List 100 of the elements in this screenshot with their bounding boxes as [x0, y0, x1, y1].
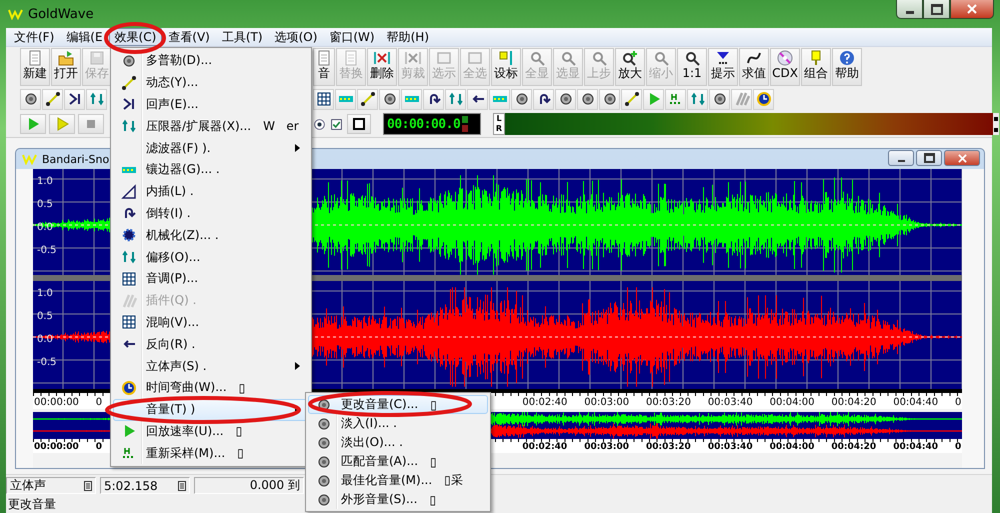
menu-item[interactable]: 帮助(H)	[380, 28, 435, 46]
toolbar-button[interactable]: 提示	[708, 48, 738, 86]
menu-item[interactable]: 编辑(E	[60, 28, 109, 46]
menu-item[interactable]: 最佳化音量(M)... ▯采	[308, 471, 488, 490]
menu-item[interactable]: 偏移(O)...	[113, 246, 309, 268]
page-icon	[27, 50, 43, 66]
page-icon	[316, 50, 332, 66]
menu-item[interactable]: 音调(P)...	[113, 268, 309, 290]
frame-icon	[436, 50, 452, 66]
toolbar-button[interactable]: 音	[313, 48, 335, 86]
menu-item[interactable]: 回放速率(U)... ▯	[113, 420, 309, 442]
menu-item[interactable]: 内插(L) .	[113, 180, 309, 203]
menu-item[interactable]: 淡入(I)... .	[308, 414, 488, 433]
effect-button[interactable]	[511, 88, 532, 110]
checkbox-icon[interactable]	[330, 118, 343, 130]
diagonal-line-icon	[121, 74, 137, 91]
close-icon	[958, 154, 966, 162]
channel-label: R	[494, 124, 504, 134]
knob-icon	[121, 52, 137, 69]
toolbar-button[interactable]: 新建	[20, 48, 50, 86]
knob-icon	[316, 492, 332, 508]
minimize-button[interactable]	[888, 150, 914, 166]
menu-item[interactable]: 混响(V)...	[113, 312, 309, 334]
menu-item[interactable]: 匹配音量(A)... ▯	[308, 452, 488, 471]
toolbar-button[interactable]: 帮助	[832, 48, 862, 86]
time-label: 00:03:20	[645, 397, 692, 409]
echo-icon	[121, 96, 137, 112]
close-button[interactable]	[944, 150, 980, 166]
effect-button[interactable]	[357, 88, 378, 110]
toolbar-button[interactable]: 放大	[615, 48, 645, 86]
menu-item[interactable]: 滤波器(F) ).	[113, 137, 309, 159]
menu-item[interactable]: 镶边器(G)... .	[113, 158, 309, 181]
toolbar-button[interactable]: 1:1	[677, 48, 707, 86]
stripes-icon	[121, 292, 137, 309]
effect-button[interactable]	[709, 88, 730, 110]
menu-item[interactable]: 工具(T)	[216, 28, 269, 46]
toolbar-button[interactable]: 打开	[51, 48, 81, 86]
effect-button[interactable]	[467, 88, 488, 110]
menu-item[interactable]: 动态(Y)...	[113, 72, 309, 94]
knob-icon	[602, 91, 618, 107]
close-button[interactable]	[950, 0, 994, 19]
menu-item[interactable]: 淡出(O)... .	[308, 433, 488, 452]
effect-button[interactable]	[423, 88, 444, 110]
menu-item[interactable]: 机械化(Z)... .	[113, 224, 309, 246]
toolbar-button[interactable]: 删除	[367, 48, 397, 86]
axis-label: 0.5	[37, 311, 53, 322]
menu-item[interactable]: 重新采样(M)... ▯	[113, 442, 309, 464]
channel-label: L	[495, 114, 503, 124]
effect-button[interactable]	[555, 88, 576, 110]
toolbar-button[interactable]: 设标	[491, 48, 521, 86]
menu-item[interactable]: 反向(R) .	[113, 333, 309, 356]
disc-icon	[777, 50, 793, 66]
menu-item[interactable]: 查看(V)	[162, 28, 216, 46]
gear-icon	[121, 227, 137, 244]
list-icon	[178, 480, 186, 490]
menu-item[interactable]: 多普勒(D)...	[113, 50, 309, 72]
triangle-icon	[715, 50, 731, 66]
effect-button[interactable]	[20, 88, 41, 110]
menu-item[interactable]: 回声(E)...	[113, 94, 309, 116]
arrows-icon	[88, 91, 104, 107]
menu-item[interactable]: 外形音量(S)... ▯	[308, 490, 488, 509]
document-title: Bandari-Sno	[42, 152, 110, 166]
effect-button[interactable]	[577, 88, 598, 110]
menu-item[interactable]: 文件(F)	[8, 28, 60, 46]
effect-button[interactable]	[533, 88, 554, 110]
time-label: 00:02:40	[521, 397, 568, 409]
effect-button[interactable]	[379, 88, 400, 110]
close-icon	[967, 4, 977, 14]
maximize-button[interactable]	[916, 150, 942, 166]
toolbar-button[interactable]: 求值	[739, 48, 769, 86]
clock-icon	[121, 380, 137, 396]
stop-button[interactable]	[78, 114, 104, 134]
maximize-button[interactable]	[923, 0, 950, 19]
menu-item[interactable]: 窗口(W)	[323, 28, 381, 46]
effect-button[interactable]	[313, 88, 334, 110]
minimize-button[interactable]	[896, 0, 923, 19]
knob-icon	[580, 91, 596, 107]
window-title: GoldWave	[28, 6, 94, 22]
effect-button[interactable]	[42, 88, 63, 110]
time-label: 00:00:00	[33, 397, 80, 409]
menu-item[interactable]: 倒转(I) .	[113, 202, 309, 224]
diagonal-line-icon	[624, 91, 640, 107]
menu-item[interactable]: 压限器/扩展器(X)... W er	[113, 115, 309, 138]
status-text: 0.000 到	[250, 477, 300, 494]
axis-label: 0.5	[37, 199, 53, 210]
radio-icon[interactable]	[313, 118, 326, 130]
effect-button[interactable]	[621, 88, 642, 110]
menu-item[interactable]: 立体声(S) .	[113, 355, 309, 377]
effect-button[interactable]	[753, 88, 774, 110]
effect-button[interactable]	[64, 88, 85, 110]
menu-item[interactable]: 选项(O)	[268, 28, 324, 46]
menu-item[interactable]: 时间弯曲(W)... ▯	[113, 376, 309, 399]
magnifier-icon	[684, 50, 700, 66]
time-label: 00:04:00	[768, 397, 816, 409]
effect-button[interactable]	[599, 88, 620, 110]
knob-icon	[712, 91, 728, 107]
toolbar-button[interactable]: 组合	[801, 48, 831, 86]
toolbar-button[interactable]: CDX	[770, 48, 800, 86]
window-toggle-button[interactable]	[347, 114, 371, 134]
time-label: 00:04:20	[830, 397, 878, 409]
